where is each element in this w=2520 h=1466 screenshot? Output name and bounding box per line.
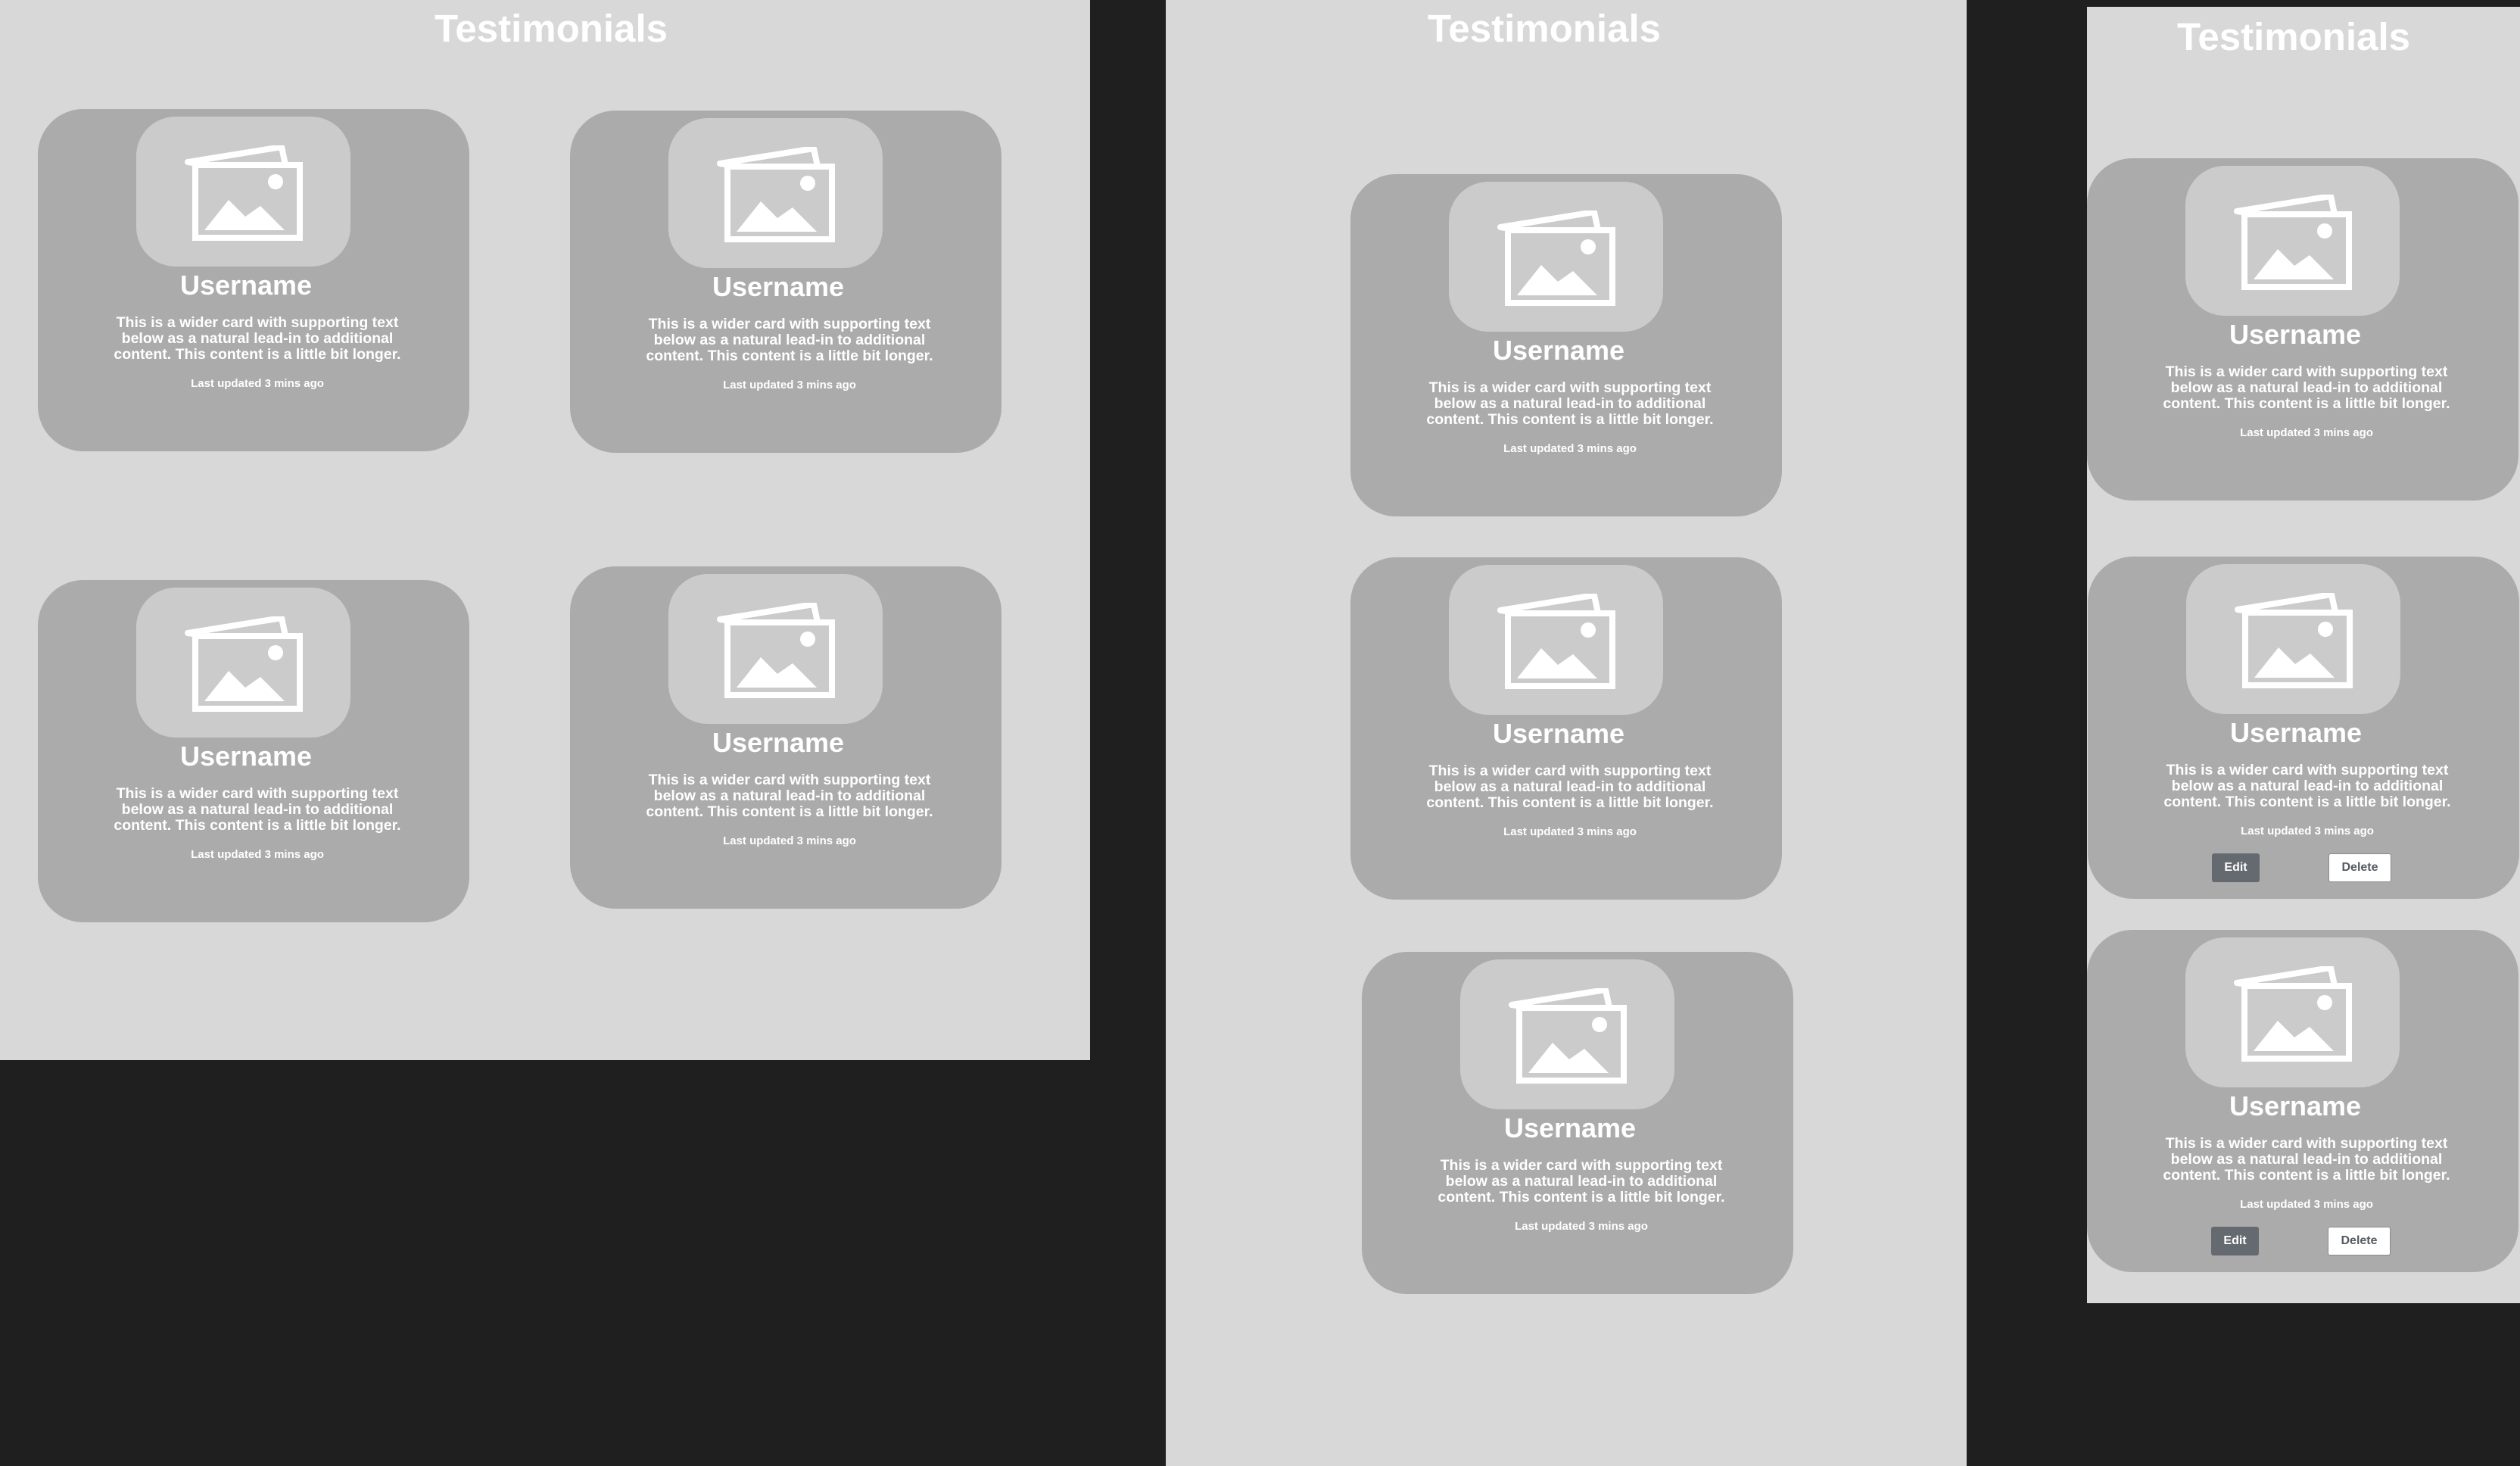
last-updated: Last updated 3 mins ago [2240, 426, 2373, 439]
testimonial-card: Username This is a wider card with suppo… [38, 109, 469, 451]
image-placeholder-icon [1497, 211, 1615, 306]
image-placeholder [668, 574, 883, 724]
testimonials-frame-tablet: Testimonials Username This is a wider ca… [1166, 0, 1967, 1466]
testimonial-card: Username This is a wider card with suppo… [1350, 174, 1782, 516]
card-text: This is a wider card with supporting tex… [1426, 379, 1714, 428]
image-placeholder [668, 118, 883, 268]
username: Username [2229, 717, 2363, 748]
image-placeholder-icon [185, 145, 303, 241]
card-text: This is a wider card with supporting tex… [2163, 363, 2450, 412]
testimonial-card: Username This is a wider card with suppo… [570, 566, 1001, 909]
image-placeholder-icon [2235, 593, 2353, 688]
image-placeholder [2185, 166, 2400, 316]
card-text: This is a wider card with supporting tex… [646, 316, 933, 364]
card-text: This is a wider card with supporting tex… [2163, 1135, 2450, 1184]
last-updated: Last updated 3 mins ago [723, 834, 856, 847]
testimonials-frame-desktop: Testimonials Username This is a wider ca… [0, 0, 1090, 1060]
image-placeholder [2185, 937, 2400, 1087]
edit-button[interactable]: Edit [2211, 1227, 2259, 1255]
image-placeholder [136, 117, 350, 267]
username: Username [1492, 335, 1625, 366]
last-updated: Last updated 3 mins ago [1503, 825, 1637, 838]
username: Username [1503, 1112, 1637, 1143]
image-placeholder-icon [2234, 966, 2352, 1062]
username: Username [712, 271, 845, 302]
page-title: Testimonials [435, 7, 668, 50]
username: Username [1492, 718, 1625, 749]
image-placeholder [1460, 959, 1674, 1109]
delete-button[interactable]: Delete [2328, 1227, 2391, 1255]
last-updated: Last updated 3 mins ago [191, 377, 324, 390]
testimonial-card: Username This is a wider card with suppo… [2088, 557, 2519, 899]
last-updated: Last updated 3 mins ago [2240, 1198, 2373, 1211]
card-text: This is a wider card with supporting tex… [114, 314, 401, 363]
image-placeholder-icon [2234, 195, 2352, 290]
username: Username [2229, 319, 2362, 350]
delete-button[interactable]: Delete [2328, 853, 2391, 882]
last-updated: Last updated 3 mins ago [2241, 825, 2374, 837]
username: Username [179, 741, 313, 772]
username: Username [712, 727, 845, 758]
last-updated: Last updated 3 mins ago [1515, 1220, 1648, 1233]
page-title: Testimonials [1428, 7, 1661, 50]
image-placeholder [136, 588, 350, 738]
card-text: This is a wider card with supporting tex… [646, 772, 933, 820]
testimonial-card: Username This is a wider card with suppo… [1350, 557, 1782, 900]
image-placeholder-icon [185, 616, 303, 712]
card-text: This is a wider card with supporting tex… [1438, 1157, 1725, 1206]
testimonial-card: Username This is a wider card with suppo… [38, 580, 469, 922]
testimonial-card: Username This is a wider card with suppo… [570, 111, 1001, 453]
edit-button[interactable]: Edit [2212, 853, 2260, 882]
image-placeholder [2186, 564, 2400, 714]
card-text: This is a wider card with supporting tex… [2163, 762, 2451, 810]
testimonial-card: Username This is a wider card with suppo… [2087, 930, 2518, 1272]
image-placeholder-icon [717, 147, 835, 242]
image-placeholder [1449, 182, 1663, 332]
image-placeholder [1449, 565, 1663, 715]
image-placeholder-icon [1509, 988, 1627, 1084]
username: Username [179, 270, 313, 301]
card-text: This is a wider card with supporting tex… [114, 785, 401, 834]
testimonial-card: Username This is a wider card with suppo… [2087, 158, 2518, 501]
card-text: This is a wider card with supporting tex… [1426, 763, 1714, 811]
username: Username [2229, 1090, 2362, 1121]
image-placeholder-icon [1497, 594, 1615, 689]
image-placeholder-icon [717, 603, 835, 698]
last-updated: Last updated 3 mins ago [723, 379, 856, 391]
testimonials-frame-admin: Testimonials Username This is a wider ca… [2087, 7, 2520, 1303]
last-updated: Last updated 3 mins ago [1503, 442, 1637, 455]
page-title: Testimonials [2177, 15, 2410, 58]
last-updated: Last updated 3 mins ago [191, 848, 324, 861]
testimonial-card: Username This is a wider card with suppo… [1362, 952, 1793, 1294]
